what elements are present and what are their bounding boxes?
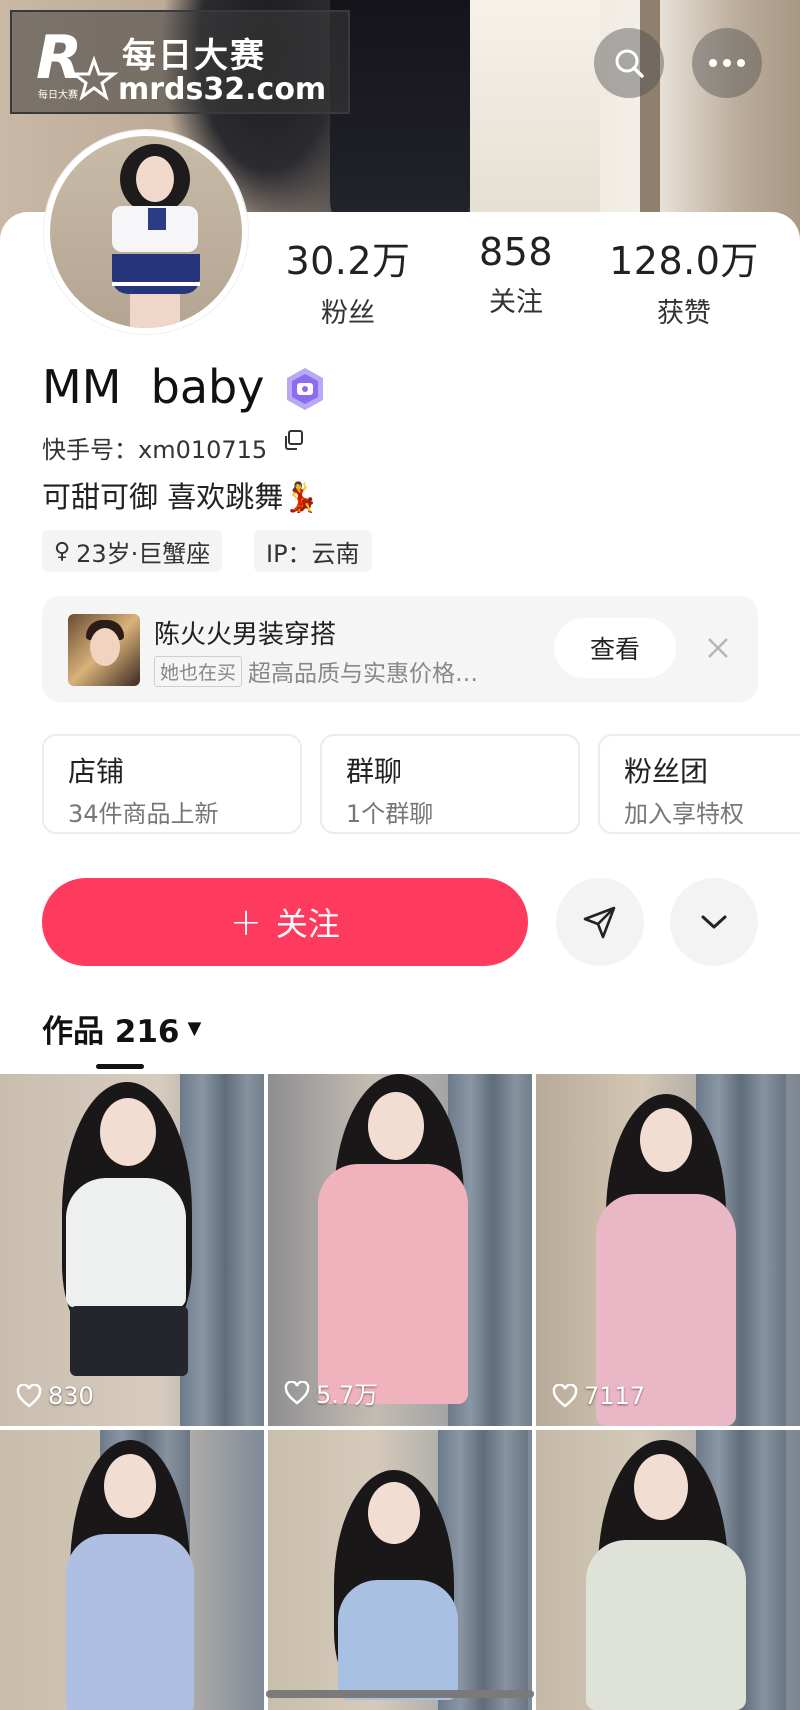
stat-likes-label: 获赞 — [657, 298, 711, 329]
search-icon — [615, 49, 644, 78]
video-thumbnail[interactable]: 5.7万 — [268, 1074, 532, 1426]
tag-ip: IP：云南 — [254, 530, 372, 572]
feature-shop-title: 店铺 — [68, 755, 125, 788]
like-count-value: 5.7万 — [316, 1381, 379, 1409]
feature-fan-club-title: 粉丝团 — [624, 755, 709, 788]
promo-name: 陈火火男装穿搭 — [154, 620, 337, 650]
feature-group-chat-title: 群聊 — [346, 755, 403, 788]
video-thumbnail[interactable]: 7117 — [536, 1074, 800, 1426]
more-button[interactable] — [692, 28, 762, 98]
avatar[interactable] — [44, 130, 248, 334]
close-icon[interactable] — [702, 632, 734, 664]
profile-bio: 可甜可御 喜欢跳舞💃 — [42, 480, 320, 514]
copy-icon[interactable] — [282, 429, 304, 451]
feature-shop-subtitle: 34件商品上新 — [68, 800, 219, 828]
like-count-value: 830 — [48, 1382, 94, 1410]
watermark-title: 每日大赛 — [122, 36, 266, 76]
send-icon — [583, 906, 616, 939]
svg-text:每日大赛: 每日大赛 — [38, 88, 78, 101]
caret-down-icon: ▼ — [187, 1018, 202, 1039]
like-count: 7117 — [552, 1382, 645, 1410]
svg-text:R: R — [36, 26, 82, 93]
watermark-url: mrds32.com — [118, 72, 327, 107]
feature-fan-club-subtitle: 加入享特权 — [624, 800, 744, 828]
promo-subtitle-row: 她也在买 超高品质与实惠价格… — [154, 654, 478, 688]
stat-likes-value: 128.0万 — [609, 239, 759, 283]
stat-fans-value: 30.2万 — [285, 239, 411, 283]
like-count: 830 — [16, 1382, 94, 1410]
tag-age: ♀ 23岁·巨蟹座 — [42, 530, 223, 572]
heart-icon — [16, 1384, 42, 1408]
video-thumbnail[interactable] — [0, 1430, 264, 1710]
promo-view-button[interactable]: 查看 — [554, 618, 676, 678]
video-thumbnail[interactable]: 830 — [0, 1074, 264, 1426]
stat-following[interactable]: 858 关注 — [436, 230, 596, 319]
stat-likes[interactable]: 128.0万 获赞 — [604, 230, 764, 330]
video-thumbnail[interactable] — [536, 1430, 800, 1710]
stat-fans[interactable]: 30.2万 粉丝 — [268, 230, 428, 330]
expand-button[interactable] — [670, 878, 758, 966]
kuaishou-id: 快手号：xm010715 — [42, 436, 268, 464]
watermark-logo-icon: R 每日大赛 — [36, 26, 119, 101]
home-indicator[interactable] — [266, 1690, 534, 1698]
chevron-down-icon — [701, 915, 727, 929]
gender-female-icon: ♀ — [54, 538, 71, 564]
share-button[interactable] — [556, 878, 644, 966]
follow-label: 关注 — [275, 905, 340, 943]
tag-ip-text: IP：云南 — [266, 539, 360, 568]
like-count-value: 7117 — [584, 1382, 646, 1410]
stat-following-value: 858 — [478, 230, 554, 274]
feature-shop[interactable]: 店铺 34件商品上新 — [42, 734, 302, 834]
plus-icon: + — [230, 900, 262, 944]
promo-thumbnail — [68, 614, 140, 686]
promo-chip: 她也在买 — [154, 655, 243, 687]
stat-following-label: 关注 — [489, 287, 543, 318]
heart-icon — [552, 1384, 578, 1408]
video-thumbnail[interactable] — [268, 1430, 532, 1710]
watermark: R 每日大赛 每日大赛 mrds32.com — [10, 10, 350, 114]
feature-group-chat-subtitle: 1个群聊 — [346, 800, 434, 828]
promo-subtitle: 超高品质与实惠价格… — [248, 661, 479, 687]
verified-badge-icon[interactable] — [282, 366, 328, 412]
search-button[interactable] — [594, 28, 664, 98]
promo-banner[interactable]: 陈火火男装穿搭 她也在买 超高品质与实惠价格… 查看 — [42, 596, 758, 702]
works-tab-indicator — [96, 1064, 144, 1069]
like-count: 5.7万 — [284, 1375, 378, 1410]
more-icon — [709, 59, 745, 67]
profile-name: MM baby — [42, 360, 265, 414]
follow-button[interactable]: + 关注 — [42, 878, 528, 966]
feature-fan-club[interactable]: 粉丝团 加入享特权 — [598, 734, 800, 834]
video-grid: 830 5.7万 7117 — [0, 1074, 800, 1710]
tag-age-text: 23岁·巨蟹座 — [76, 539, 211, 568]
works-tab[interactable]: 作品 216 ▼ — [42, 1006, 201, 1051]
works-label: 作品 216 — [42, 1014, 180, 1050]
stat-fans-label: 粉丝 — [321, 298, 375, 329]
heart-icon — [284, 1380, 310, 1405]
feature-group-chat[interactable]: 群聊 1个群聊 — [320, 734, 580, 834]
